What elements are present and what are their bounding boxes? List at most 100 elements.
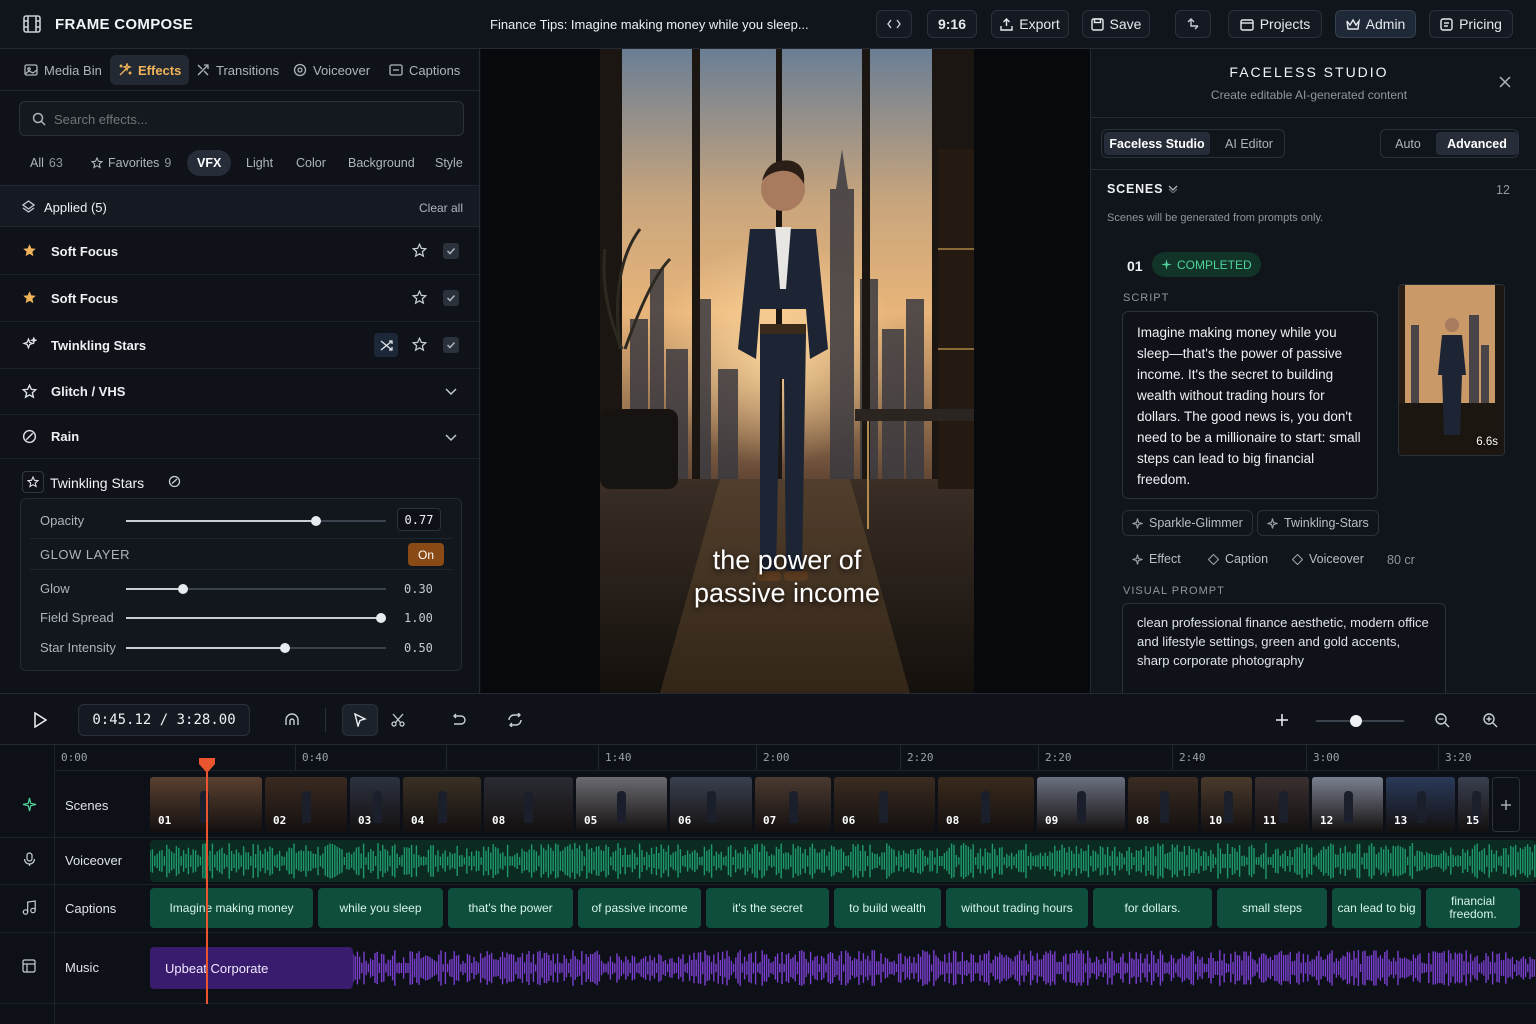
script-box[interactable]: Imagine making money while you sleep—tha…: [1122, 311, 1378, 499]
zoom-in-button[interactable]: [1472, 704, 1508, 736]
opacity-value-box[interactable]: 0.77: [397, 508, 441, 531]
scene-clip[interactable]: 06: [670, 777, 752, 832]
tab-auto[interactable]: Auto: [1383, 132, 1433, 155]
caption-clip[interactable]: without trading hours: [946, 888, 1088, 928]
caption-clip[interactable]: while you sleep: [318, 888, 443, 928]
caption-clip[interactable]: that's the power: [448, 888, 573, 928]
tab-advanced[interactable]: Advanced: [1436, 132, 1518, 155]
link-icon[interactable]: [168, 475, 181, 488]
randomize-button[interactable]: [374, 333, 398, 357]
sync-button[interactable]: [1175, 10, 1211, 38]
caption-clip[interactable]: of passive income: [578, 888, 701, 928]
play-button[interactable]: [22, 704, 58, 736]
fit-button[interactable]: [876, 10, 912, 38]
caption-action-button[interactable]: Caption: [1198, 546, 1278, 572]
tab-ai-editor[interactable]: AI Editor: [1214, 132, 1284, 155]
redo-button[interactable]: [497, 704, 533, 736]
scene-clip[interactable]: 08: [1128, 777, 1198, 832]
favorite-icon[interactable]: [412, 290, 427, 305]
playhead[interactable]: [206, 758, 208, 1004]
voiceover-clip[interactable]: [150, 840, 1536, 882]
slider-knob[interactable]: [1350, 715, 1362, 727]
tab-transitions[interactable]: Transitions: [188, 55, 287, 85]
slider-knob[interactable]: [375, 613, 386, 623]
filter-background[interactable]: Background: [338, 150, 425, 176]
effect-row[interactable]: Twinkling Stars: [0, 322, 479, 369]
scene-clip[interactable]: 05: [576, 777, 667, 832]
tab-voiceover[interactable]: Voiceover: [285, 55, 378, 85]
project-title[interactable]: Finance Tips: Imagine making money while…: [490, 17, 820, 32]
filter-color[interactable]: Color: [286, 150, 336, 176]
time-ruler[interactable]: 0:00 0:40 1:40 2:00 2:20 2:20 2:40 3:00 …: [55, 745, 1536, 771]
save-button[interactable]: Save: [1082, 10, 1150, 38]
caption-clip[interactable]: it's the secret: [706, 888, 829, 928]
scene-clip[interactable]: 13: [1386, 777, 1455, 832]
effect-row[interactable]: Soft Focus: [0, 228, 479, 275]
tab-effects[interactable]: Effects: [110, 55, 190, 85]
enabled-checkbox[interactable]: [443, 243, 459, 259]
export-button[interactable]: Export: [991, 10, 1069, 38]
music-clip[interactable]: [353, 947, 1536, 989]
filter-favorites[interactable]: Favorites 9: [81, 150, 181, 176]
voiceover-action-button[interactable]: Voiceover: [1282, 546, 1374, 572]
visual-prompt-box[interactable]: clean professional finance aesthetic, mo…: [1122, 603, 1446, 698]
scene-clip[interactable]: 08: [484, 777, 573, 832]
caption-clip[interactable]: to build wealth: [834, 888, 941, 928]
filter-light[interactable]: Light: [236, 150, 283, 176]
admin-button[interactable]: Admin: [1335, 10, 1416, 38]
projects-button[interactable]: Projects: [1228, 10, 1322, 38]
zoom-out-button[interactable]: [1424, 704, 1460, 736]
star-intensity-slider[interactable]: [126, 643, 386, 653]
effect-row[interactable]: Rain: [0, 415, 479, 459]
pricing-button[interactable]: Pricing: [1429, 10, 1513, 38]
clear-all-button[interactable]: Clear all: [419, 201, 463, 215]
ripple-button[interactable]: [274, 704, 310, 736]
add-scene-button[interactable]: [1492, 777, 1520, 832]
effect-action-button[interactable]: Effect: [1122, 546, 1191, 572]
caption-clip[interactable]: Imagine making money: [150, 888, 313, 928]
scene-clip[interactable]: 07: [755, 777, 831, 832]
effect-row[interactable]: Glitch / VHS: [0, 369, 479, 415]
timecode-box[interactable]: 0:45.12 / 3:28.00: [78, 704, 250, 736]
scene-clip[interactable]: 15: [1458, 777, 1489, 832]
select-tool-button[interactable]: [342, 704, 378, 736]
field-spread-slider[interactable]: [126, 613, 386, 623]
effect-row[interactable]: Soft Focus: [0, 275, 479, 322]
caption-clip[interactable]: small steps: [1217, 888, 1327, 928]
search-box[interactable]: [19, 101, 464, 136]
close-icon[interactable]: [1499, 76, 1511, 88]
zoom-slider[interactable]: [1316, 715, 1404, 727]
cut-tool-button[interactable]: [380, 704, 416, 736]
scene-clip[interactable]: 10: [1201, 777, 1252, 832]
tab-media-bin[interactable]: Media Bin: [16, 55, 110, 85]
enabled-checkbox[interactable]: [443, 337, 459, 353]
effect-tag[interactable]: Twinkling-Stars: [1257, 510, 1379, 536]
scene-clip[interactable]: 08: [938, 777, 1034, 832]
undo-button[interactable]: [440, 704, 476, 736]
aspect-ratio-button[interactable]: 9:16: [927, 10, 977, 38]
scene-clip[interactable]: 12: [1312, 777, 1383, 832]
scene-clip[interactable]: 11: [1255, 777, 1309, 832]
caption-overlay[interactable]: the power of passive income: [600, 544, 974, 610]
scene-thumbnail[interactable]: 6.6s: [1398, 284, 1505, 456]
chevron-down-icon[interactable]: [444, 433, 458, 443]
filter-style[interactable]: Style: [425, 150, 473, 176]
chevron-down-icon[interactable]: [1168, 185, 1178, 193]
opacity-slider[interactable]: [126, 516, 386, 526]
scene-clip[interactable]: 04: [403, 777, 481, 832]
enabled-checkbox[interactable]: [443, 290, 459, 306]
caption-clip[interactable]: for dollars.: [1093, 888, 1212, 928]
scene-clip[interactable]: 06: [834, 777, 935, 832]
filter-all[interactable]: All 63: [20, 150, 73, 176]
effect-tag[interactable]: Sparkle-Glimmer: [1122, 510, 1253, 536]
scene-clip[interactable]: 03: [350, 777, 400, 832]
tab-captions[interactable]: Captions: [381, 55, 468, 85]
caption-clip[interactable]: can lead to big: [1332, 888, 1421, 928]
tab-faceless-studio[interactable]: Faceless Studio: [1104, 132, 1210, 155]
caption-clip[interactable]: financial freedom.: [1426, 888, 1520, 928]
scene-clip[interactable]: 02: [265, 777, 347, 832]
glow-layer-toggle[interactable]: On: [408, 543, 444, 566]
add-track-button[interactable]: [1264, 704, 1300, 736]
search-input[interactable]: [54, 109, 444, 129]
scene-clip[interactable]: 09: [1037, 777, 1125, 832]
